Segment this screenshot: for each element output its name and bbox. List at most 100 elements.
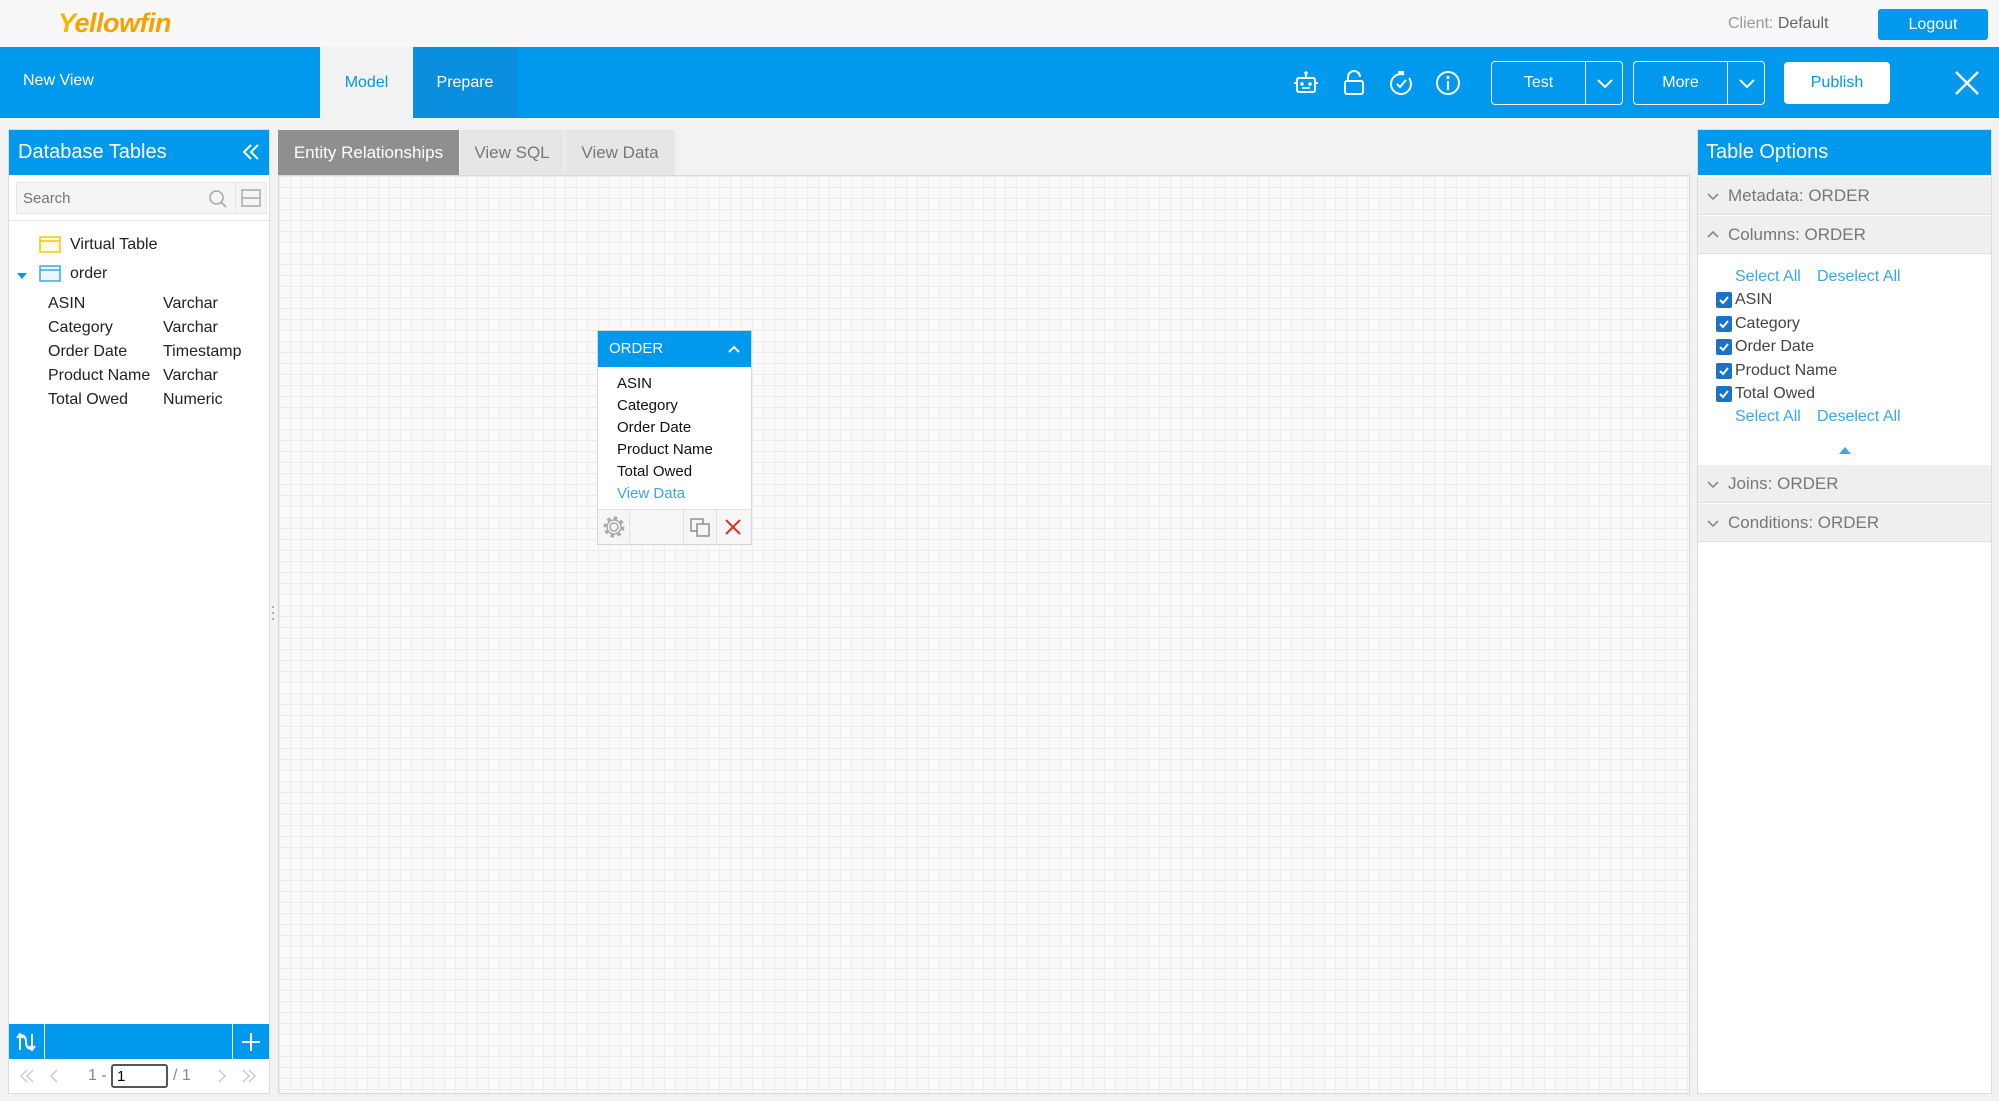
entity-header[interactable]: ORDER — [598, 331, 751, 367]
search-box — [16, 182, 236, 214]
column-checkbox[interactable] — [1716, 386, 1732, 402]
info-icon[interactable] — [1434, 69, 1462, 97]
footer-divider — [232, 1024, 233, 1059]
column-type: Varchar — [163, 295, 218, 312]
client-indicator: Client: Default — [1728, 15, 1829, 33]
entity-view-data-link[interactable]: View Data — [617, 485, 685, 502]
checkmark-icon — [1719, 320, 1729, 329]
virtual-table-icon — [39, 236, 61, 253]
entity-title: ORDER — [609, 340, 664, 357]
timer-icon[interactable] — [1387, 69, 1415, 97]
table-options-header: Table Options — [1698, 130, 1991, 175]
panel-resize-handle[interactable] — [271, 604, 275, 622]
chevron-down-icon — [1597, 79, 1613, 89]
column-name[interactable]: Product Name — [48, 367, 150, 385]
add-icon[interactable] — [240, 1031, 262, 1053]
chevron-up-icon[interactable] — [727, 342, 741, 356]
columns-section-header[interactable]: Columns: ORDER — [1698, 216, 1991, 254]
column-type: Numeric — [163, 391, 223, 408]
duplicate-icon — [690, 518, 710, 537]
pager-prefix: 1 - — [88, 1067, 107, 1084]
search-input[interactable] — [17, 183, 197, 213]
yellowfin-logo[interactable]: Yellowfin — [58, 8, 172, 39]
panel-title: Database Tables — [18, 141, 167, 163]
first-page-icon[interactable] — [19, 1069, 35, 1083]
tab-view-sql[interactable]: View SQL — [460, 130, 564, 175]
tab-entity-relationships[interactable]: Entity Relationships — [278, 130, 459, 175]
select-all-link-top[interactable]: Select All — [1735, 268, 1801, 286]
chevron-down-icon — [1707, 481, 1719, 489]
entity-settings-button[interactable] — [598, 510, 630, 544]
deselect-all-link-bottom[interactable]: Deselect All — [1817, 408, 1901, 426]
deselect-all-link-top[interactable]: Deselect All — [1817, 268, 1901, 286]
column-checkbox[interactable] — [1716, 292, 1732, 308]
column-name[interactable]: Order Date — [48, 343, 127, 361]
joins-section-header[interactable]: Joins: ORDER — [1698, 465, 1991, 503]
left-panel-footer — [9, 1024, 269, 1059]
select-all-link-bottom[interactable]: Select All — [1735, 408, 1801, 426]
robot-icon[interactable] — [1292, 69, 1320, 97]
column-option-label[interactable]: ASIN — [1735, 291, 1772, 309]
test-dropdown[interactable] — [1585, 62, 1623, 104]
collapse-icon — [241, 189, 261, 207]
view-name[interactable]: New View — [23, 72, 94, 90]
column-checkbox[interactable] — [1716, 363, 1732, 379]
client-label: Client: — [1728, 15, 1774, 32]
column-name[interactable]: Category — [48, 319, 113, 337]
chevron-down-icon — [1707, 193, 1719, 201]
column-checkbox[interactable] — [1716, 339, 1732, 355]
checkmark-icon — [1719, 296, 1729, 305]
entity-field: Category — [617, 397, 678, 414]
panel-title: Table Options — [1706, 141, 1829, 163]
collapse-all-button[interactable] — [235, 182, 267, 214]
next-page-icon[interactable] — [217, 1069, 227, 1083]
client-value: Default — [1777, 15, 1829, 32]
search-icon[interactable] — [208, 189, 228, 209]
column-name[interactable]: ASIN — [48, 295, 85, 313]
entity-field: Product Name — [617, 441, 713, 458]
entity-delete-button[interactable] — [716, 510, 748, 544]
metadata-section-header[interactable]: Metadata: ORDER — [1698, 177, 1991, 215]
double-chevron-left-icon[interactable] — [241, 142, 261, 162]
more-button[interactable]: More — [1634, 62, 1727, 104]
test-button[interactable]: Test — [1492, 62, 1585, 104]
column-option-label[interactable]: Product Name — [1735, 362, 1837, 380]
chevron-down-icon — [1707, 520, 1719, 528]
entity-card-order[interactable]: ORDER ASIN Category Order Date Product N… — [597, 330, 752, 545]
publish-button[interactable]: Publish — [1784, 62, 1890, 104]
conditions-section-header[interactable]: Conditions: ORDER — [1698, 504, 1991, 542]
prev-page-icon[interactable] — [49, 1069, 59, 1083]
more-button-group: More — [1633, 61, 1765, 105]
lock-icon[interactable] — [1340, 69, 1368, 97]
last-page-icon[interactable] — [241, 1069, 257, 1083]
tab-model[interactable]: Model — [320, 47, 413, 118]
entity-footer — [598, 509, 751, 544]
chevron-down-icon — [1739, 79, 1755, 89]
collapse-up-icon[interactable] — [1838, 445, 1852, 455]
logout-button[interactable]: Logout — [1878, 9, 1988, 40]
column-type: Varchar — [163, 367, 218, 384]
page-input[interactable] — [111, 1064, 168, 1088]
column-name[interactable]: Total Owed — [48, 391, 128, 409]
close-icon[interactable] — [1952, 68, 1982, 98]
entity-duplicate-button[interactable] — [683, 510, 715, 544]
tree-item-virtual-table[interactable]: Virtual Table — [70, 236, 157, 254]
entity-field: Order Date — [617, 419, 692, 436]
column-option-label[interactable]: Category — [1735, 315, 1800, 333]
more-dropdown[interactable] — [1727, 62, 1765, 104]
column-option-label[interactable]: Order Date — [1735, 338, 1814, 356]
expand-arrow-icon[interactable] — [16, 271, 28, 281]
tree-item-order[interactable]: order — [70, 265, 107, 283]
tab-view-data[interactable]: View Data — [565, 130, 675, 175]
column-type: Varchar — [163, 319, 218, 336]
checkmark-icon — [1719, 367, 1729, 376]
er-canvas[interactable] — [278, 175, 1690, 1094]
pager-total: / 1 — [173, 1067, 191, 1084]
footer-divider — [44, 1024, 45, 1059]
column-checkbox[interactable] — [1716, 316, 1732, 332]
entity-field: ASIN — [617, 375, 653, 392]
column-option-label[interactable]: Total Owed — [1735, 385, 1815, 403]
tab-prepare[interactable]: Prepare — [413, 47, 517, 118]
gear-icon — [603, 516, 625, 538]
swap-icon[interactable] — [13, 1029, 39, 1055]
